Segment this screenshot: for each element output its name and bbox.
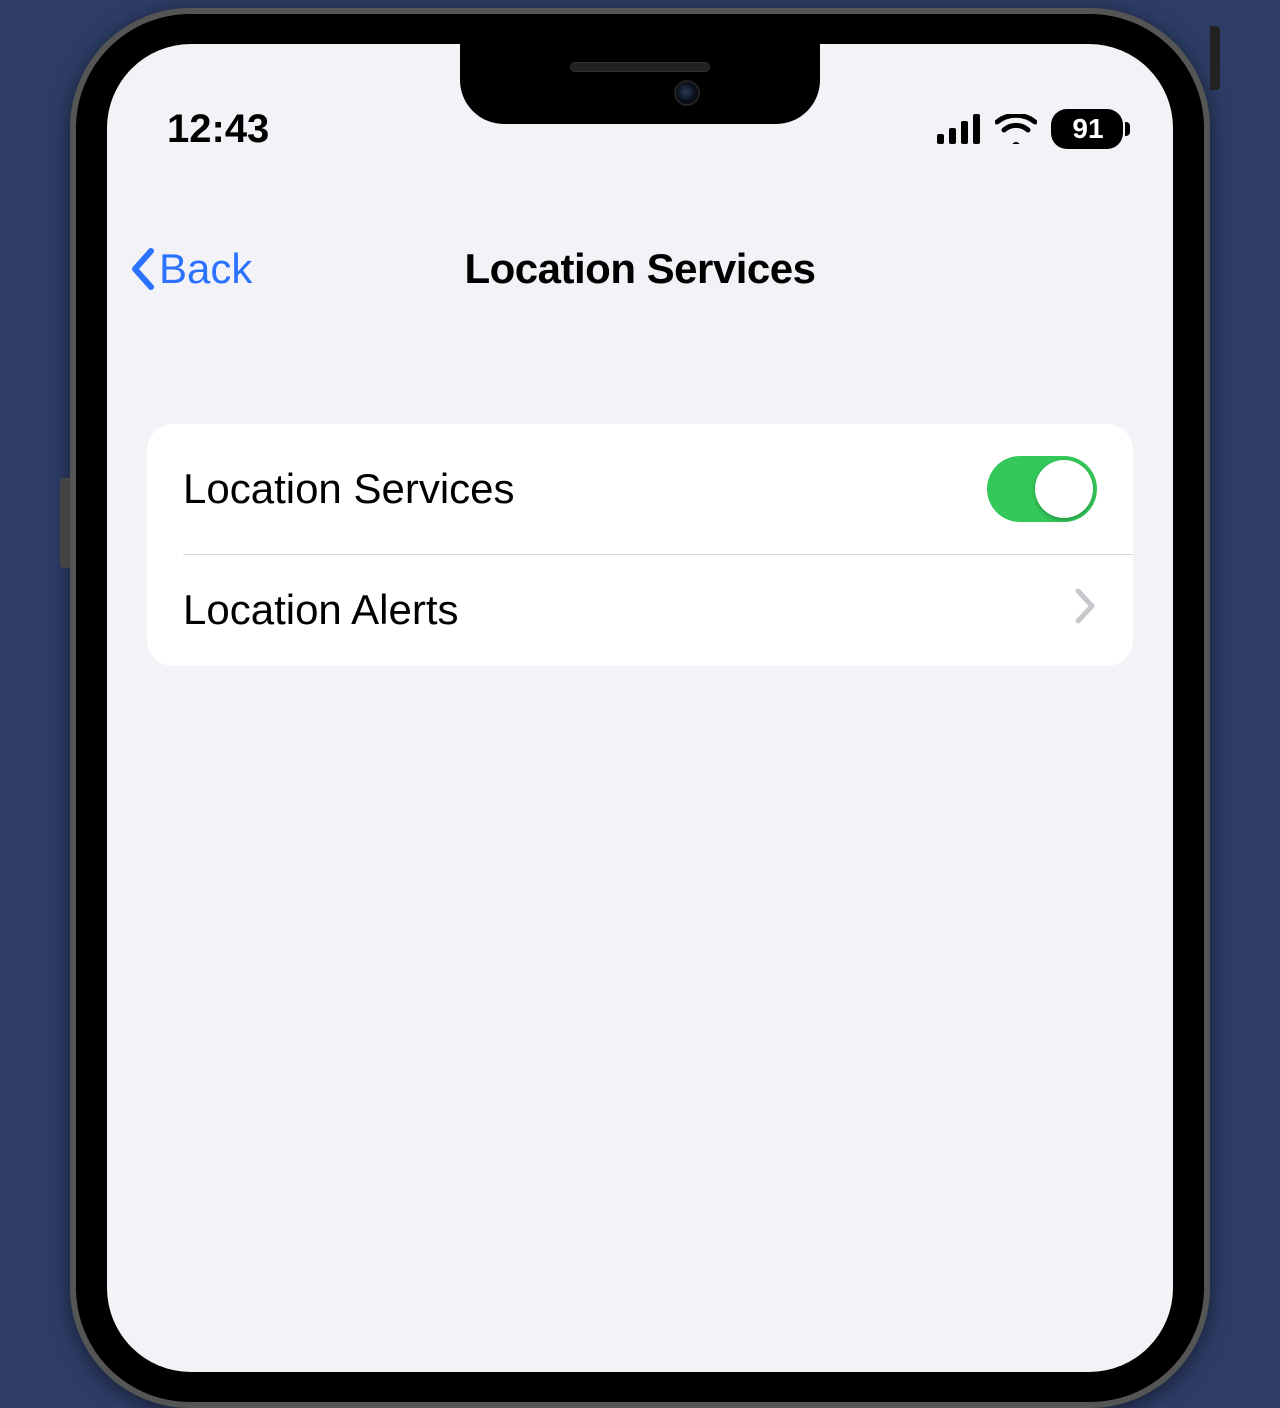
page-title: Location Services [465, 245, 816, 293]
chevron-left-icon [129, 248, 155, 290]
volume-button [60, 478, 70, 568]
toggle-knob [1035, 460, 1093, 518]
screen: 12:43 [107, 44, 1173, 1372]
content-area: Location Services Location Alerts [147, 424, 1133, 666]
settings-group: Location Services Location Alerts [147, 424, 1133, 666]
location-alerts-row[interactable]: Location Alerts [147, 554, 1133, 666]
back-label: Back [159, 245, 252, 293]
battery-level: 91 [1072, 113, 1103, 145]
navigation-bar: Back Location Services [107, 234, 1173, 304]
cellular-signal-icon [937, 114, 981, 144]
status-indicators: 91 [937, 109, 1123, 149]
row-label: Location Services [183, 465, 515, 513]
phone-frame: 12:43 [70, 8, 1210, 1408]
location-services-toggle[interactable] [987, 456, 1097, 522]
status-time: 12:43 [167, 107, 269, 152]
chevron-right-icon [1075, 586, 1097, 634]
back-button[interactable]: Back [129, 245, 252, 293]
location-services-row[interactable]: Location Services [147, 424, 1133, 554]
battery-indicator: 91 [1051, 109, 1123, 149]
phone-bezel: 12:43 [76, 14, 1204, 1402]
power-button [1210, 26, 1220, 90]
row-label: Location Alerts [183, 586, 459, 634]
wifi-icon [995, 114, 1037, 144]
status-bar: 12:43 [107, 44, 1173, 164]
